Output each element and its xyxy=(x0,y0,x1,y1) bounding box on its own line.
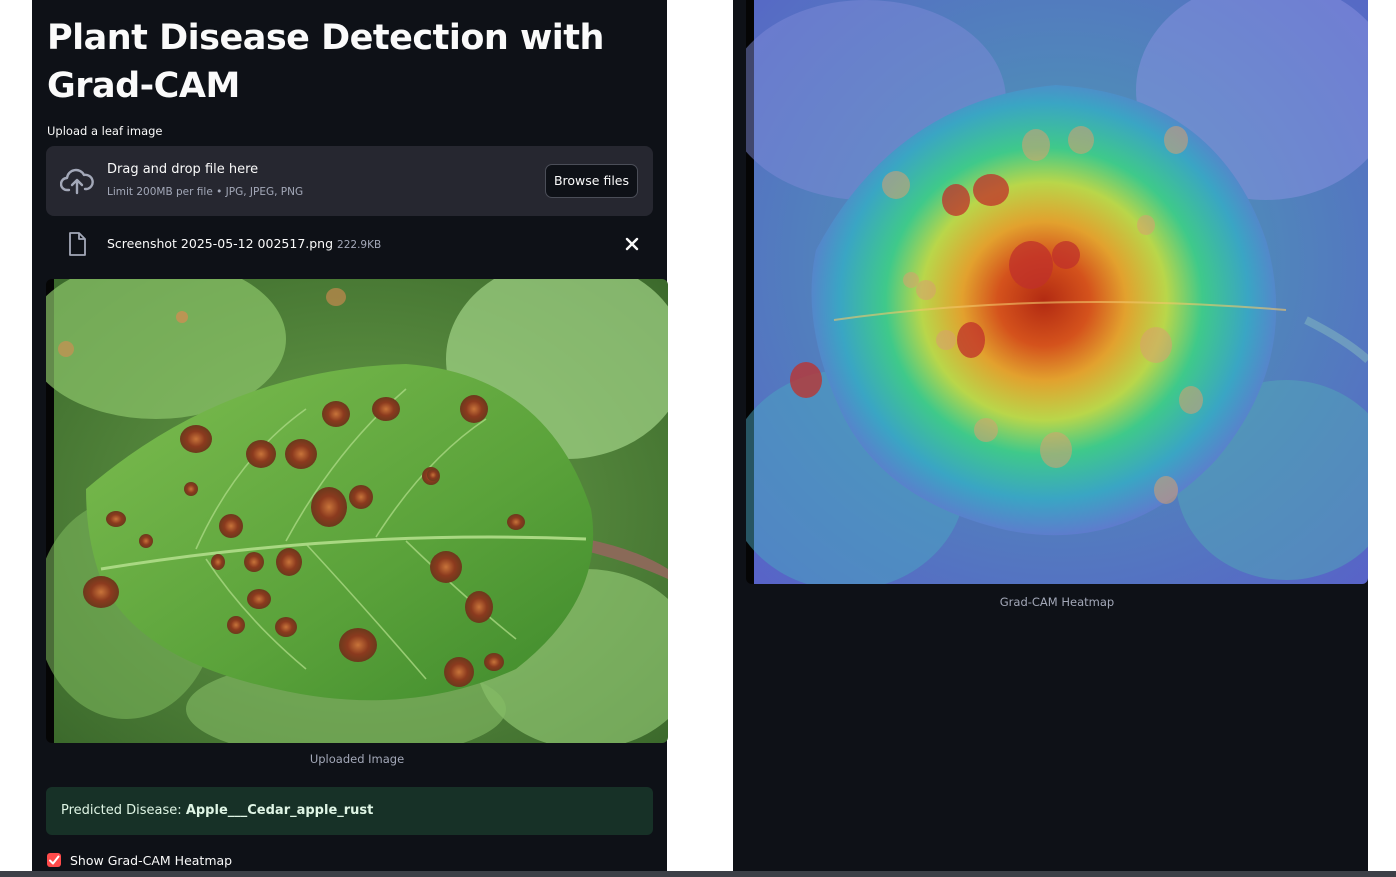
drop-instructions: Drag and drop file here xyxy=(107,162,259,177)
file-limit-text: Limit 200MB per file • JPG, JPEG, PNG xyxy=(107,186,304,198)
cloud-upload-icon xyxy=(60,168,94,195)
file-name: Screenshot 2025-05-12 002517.png xyxy=(107,236,334,251)
remove-file-button[interactable] xyxy=(620,232,644,256)
heatmap-checkbox[interactable] xyxy=(47,853,61,867)
close-icon xyxy=(625,237,639,251)
main-column: Plant Disease Detection with Grad-CAM Up… xyxy=(32,0,668,871)
uploaded-file-item: Screenshot 2025-05-12 002517.png 222.9KB xyxy=(46,228,653,260)
page-title: Plant Disease Detection with Grad-CAM xyxy=(47,18,604,106)
uploaded-image-caption: Uploaded Image xyxy=(309,752,405,766)
browse-files-button[interactable]: Browse files xyxy=(545,164,638,198)
uploader-label: Upload a leaf image xyxy=(47,124,163,138)
file-size: 222.9KB xyxy=(337,239,382,251)
heatmap-column: Grad-CAM Heatmap xyxy=(733,0,1368,871)
heatmap-caption: Grad-CAM Heatmap xyxy=(999,595,1115,609)
heatmap-toggle-label: Show Grad-CAM Heatmap xyxy=(70,853,233,868)
uploaded-leaf-image xyxy=(46,279,668,743)
gradcam-heatmap-image xyxy=(746,0,1368,584)
check-icon xyxy=(49,855,60,865)
file-dropzone[interactable]: Drag and drop file here Limit 200MB per … xyxy=(46,146,653,216)
prediction-label: Predicted Disease: xyxy=(61,803,182,818)
prediction-value: Apple___Cedar_apple_rust xyxy=(185,803,374,818)
file-icon xyxy=(69,232,86,256)
prediction-alert: Predicted Disease: Apple___Cedar_apple_r… xyxy=(46,787,653,835)
bottom-bar xyxy=(0,871,1396,877)
